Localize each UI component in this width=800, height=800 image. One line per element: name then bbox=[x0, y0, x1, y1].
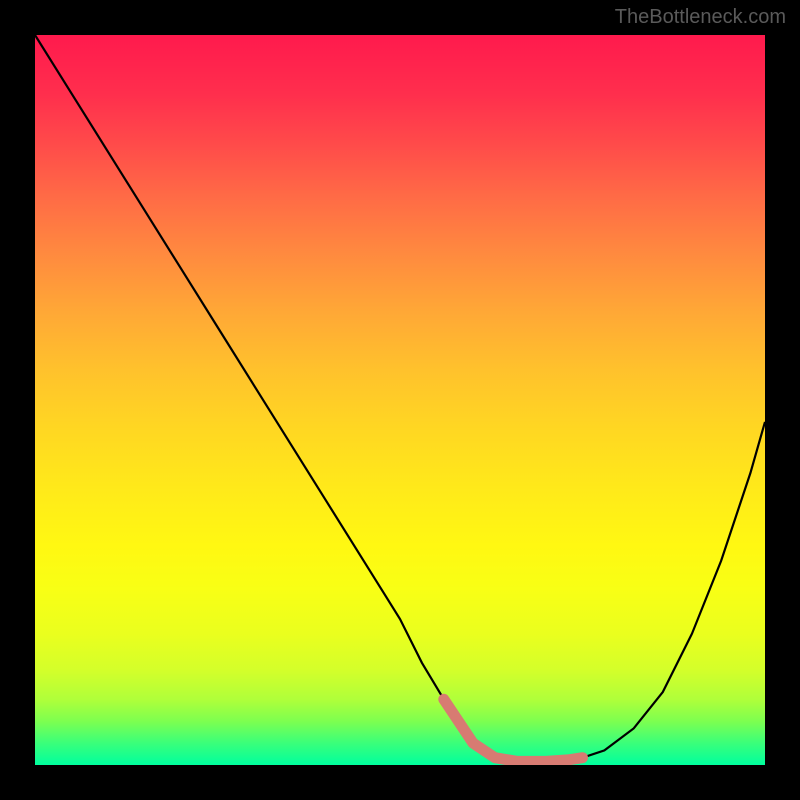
curve-line bbox=[35, 35, 765, 761]
chart-svg bbox=[35, 35, 765, 765]
plot-area bbox=[35, 35, 765, 765]
watermark-text: TheBottleneck.com bbox=[615, 6, 786, 29]
highlight-line bbox=[444, 699, 583, 761]
